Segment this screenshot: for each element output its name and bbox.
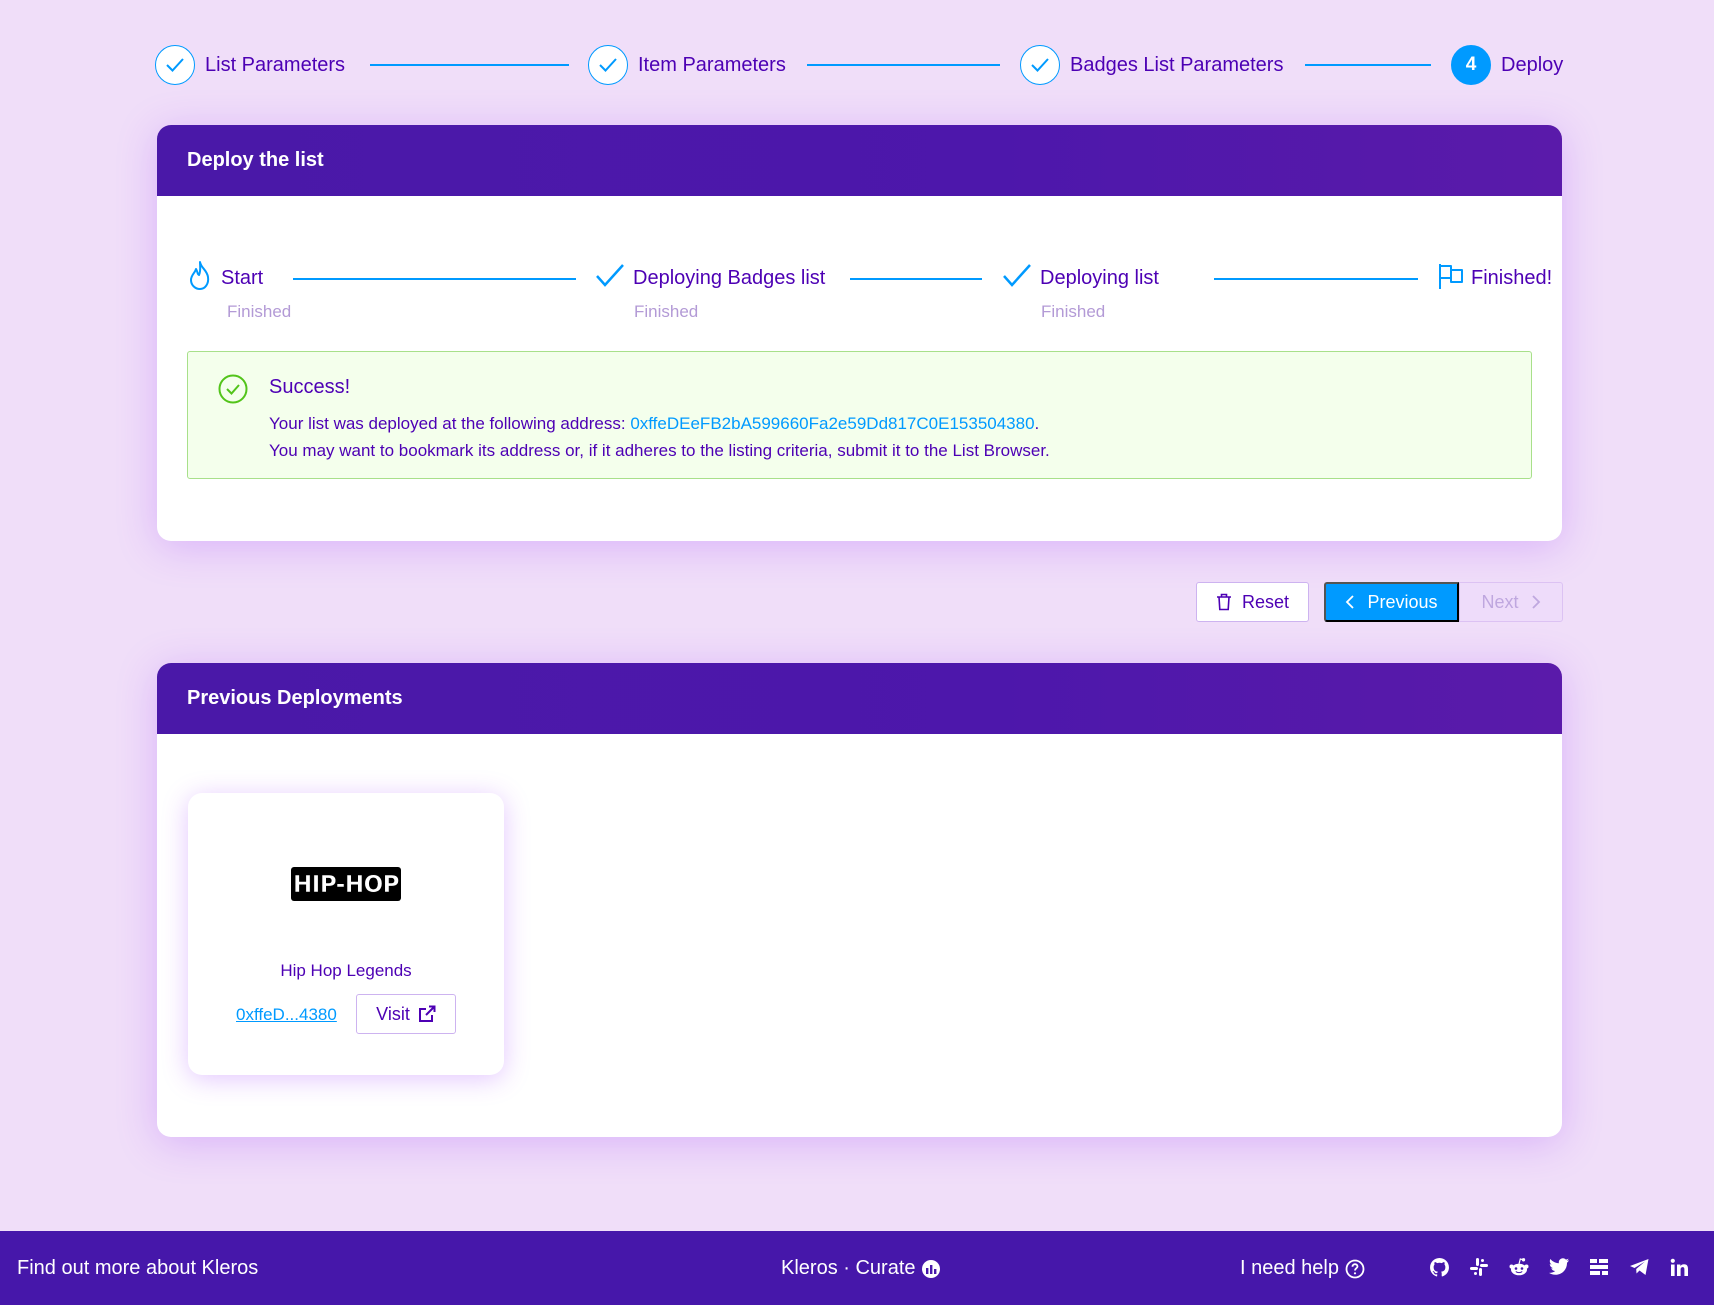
- kleros-link[interactable]: Find out more about Kleros: [17, 1257, 258, 1280]
- deploy-step-label: Deploying list: [1040, 266, 1159, 289]
- step-connector: [1305, 64, 1431, 66]
- check-icon: [1020, 45, 1060, 85]
- deploy-step-label: Deploying Badges list: [633, 266, 826, 289]
- deploy-step-desc: Finished: [227, 302, 292, 321]
- step-connector: [1214, 278, 1418, 280]
- alert-title: Success!: [269, 376, 351, 398]
- deploy-card: Deploy the list Start Finished Deploying…: [157, 125, 1562, 541]
- hip-hop-logo: HIP-HOP: [288, 863, 404, 908]
- card-title: Previous Deployments: [157, 663, 1562, 734]
- deploy-step-list: Deploying list Finished: [1002, 260, 1159, 322]
- alert-description: Your list was deployed at the following …: [269, 410, 1050, 464]
- check-icon: [155, 45, 195, 85]
- deployment-name: Hip Hop Legends: [280, 961, 412, 980]
- success-check-icon: [218, 374, 248, 409]
- check-icon: [1002, 263, 1032, 294]
- fire-icon: [187, 260, 213, 297]
- step-label: Badges List Parameters: [1070, 53, 1284, 76]
- success-alert: Success! Your list was deployed at the f…: [187, 351, 1532, 479]
- social-links: [1428, 1256, 1690, 1278]
- step-badges-list-parameters[interactable]: Badges List Parameters: [1020, 43, 1283, 87]
- previous-button[interactable]: Previous: [1324, 582, 1459, 622]
- help-link[interactable]: I need help: [1240, 1257, 1365, 1280]
- step-label: Deploy: [1501, 53, 1564, 76]
- github-icon[interactable]: [1428, 1256, 1450, 1278]
- blog-icon[interactable]: [1588, 1256, 1610, 1278]
- brand-label: Kleros · Curate: [781, 1257, 916, 1279]
- reset-label: Reset: [1241, 591, 1290, 612]
- chevron-left-icon: [1345, 594, 1355, 610]
- top-steps: List Parameters Item Parameters Badges L…: [155, 43, 1565, 87]
- reset-button[interactable]: Reset: [1196, 582, 1309, 622]
- deployed-address-link[interactable]: 0xffeDEeFB2bA599660Fa2e59Dd817C0E1535043…: [630, 414, 1034, 433]
- alert-text: .: [1034, 414, 1040, 433]
- next-button[interactable]: Next: [1459, 582, 1563, 622]
- curate-logo-icon: [921, 1259, 941, 1279]
- telegram-icon[interactable]: [1628, 1256, 1650, 1278]
- help-label: I need help: [1240, 1257, 1339, 1279]
- deployment-item: HIP-HOP Hip Hop Legends 0xffeD...4380 Vi…: [188, 793, 504, 1075]
- visit-label: Visit: [376, 1003, 410, 1024]
- linkedin-icon[interactable]: [1668, 1256, 1690, 1278]
- step-label: Item Parameters: [638, 53, 786, 76]
- deploy-step-start: Start Finished: [187, 260, 291, 322]
- step-connector: [807, 64, 1000, 66]
- external-link-icon: [418, 1005, 436, 1023]
- footer: Find out more about Kleros Kleros · Cura…: [0, 1231, 1714, 1305]
- check-icon: [588, 45, 628, 85]
- twitter-icon[interactable]: [1548, 1256, 1570, 1278]
- next-label: Next: [1481, 591, 1519, 612]
- chevron-right-icon: [1531, 594, 1541, 610]
- alert-text: You may want to bookmark its address or,…: [269, 441, 1050, 460]
- deploy-step-badges: Deploying Badges list Finished: [595, 260, 825, 322]
- logo-text: HIP-HOP: [293, 872, 399, 898]
- reddit-icon[interactable]: [1508, 1256, 1530, 1278]
- slack-icon[interactable]: [1468, 1256, 1490, 1278]
- step-list-parameters[interactable]: List Parameters: [155, 43, 345, 87]
- deploy-step-label: Start: [221, 266, 264, 289]
- alert-text: Your list was deployed at the following …: [269, 414, 631, 433]
- step-number: 4: [1451, 45, 1491, 85]
- question-icon: [1345, 1259, 1365, 1279]
- step-item-parameters[interactable]: Item Parameters: [588, 43, 786, 87]
- deploy-step-finished: Finished!: [1437, 260, 1552, 296]
- previous-label: Previous: [1367, 591, 1438, 612]
- step-deploy[interactable]: 4 Deploy: [1451, 43, 1563, 87]
- step-connector: [293, 278, 576, 280]
- check-icon: [595, 263, 625, 294]
- previous-deployments-card: Previous Deployments HIP-HOP Hip Hop Leg…: [157, 663, 1562, 1137]
- deploy-step-desc: Finished: [634, 302, 699, 321]
- step-connector: [850, 278, 982, 280]
- deploy-steps: Start Finished Deploying Badges list Fin…: [187, 260, 1552, 330]
- flag-icon: [1437, 262, 1465, 295]
- step-connector: [370, 64, 569, 66]
- visit-button[interactable]: Visit: [356, 994, 456, 1034]
- deployment-address-link[interactable]: 0xffeD...4380: [236, 1005, 337, 1025]
- card-title: Deploy the list: [157, 125, 1562, 196]
- step-label: List Parameters: [205, 53, 346, 76]
- deploy-step-desc: Finished: [1041, 302, 1106, 321]
- footer-brand[interactable]: Kleros · Curate: [781, 1257, 941, 1280]
- trash-icon: [1216, 593, 1232, 611]
- deploy-step-label: Finished!: [1471, 266, 1553, 289]
